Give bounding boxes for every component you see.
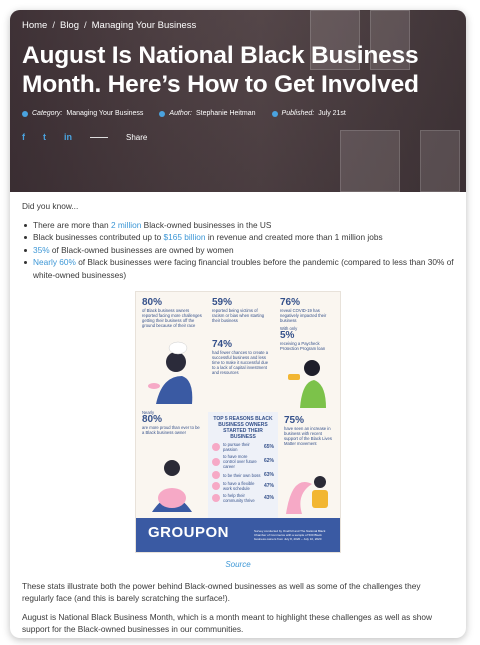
bullet-text: of Black businesses were facing financia… bbox=[33, 257, 454, 280]
stat-text: have seen an increase in business with r… bbox=[284, 426, 332, 446]
reason-row: to have a flexible work schedule 47% bbox=[212, 481, 274, 491]
stat-text: reveal COVID-19 has negatively impacted … bbox=[280, 308, 327, 323]
reason-label: to have a flexible work schedule bbox=[223, 481, 255, 491]
reason-label: to have more control over future career bbox=[223, 454, 257, 469]
stat-panel: 74% had fewer chances to create a succes… bbox=[208, 336, 274, 379]
reason-percent: 63% bbox=[263, 471, 274, 478]
breadcrumb-separator: / bbox=[52, 20, 55, 31]
stat-link[interactable]: 2 million bbox=[111, 220, 141, 230]
stat-panel: 75% have seen an increase in business wi… bbox=[280, 412, 340, 450]
reason-row: to be their own boss 63% bbox=[212, 471, 274, 479]
twitter-icon[interactable]: t bbox=[43, 132, 46, 142]
breadcrumb-blog[interactable]: Blog bbox=[60, 20, 79, 31]
stat-text: of Black business owners reported facing… bbox=[142, 308, 202, 328]
reasons-panel: TOP 5 REASONS BLACK BUSINESS OWNERS STAR… bbox=[208, 412, 278, 518]
author-icon bbox=[159, 110, 166, 117]
stat-panel: Nearly 80% are more proud than ever to b… bbox=[138, 406, 206, 439]
stat-link[interactable]: 35% bbox=[33, 245, 50, 255]
intro-text: Did you know... bbox=[22, 201, 79, 211]
reason-label: to be their own boss bbox=[223, 472, 261, 478]
category-value[interactable]: Managing Your Business bbox=[66, 110, 143, 117]
breadcrumb-separator: / bbox=[84, 20, 87, 31]
stat-number: 80% bbox=[142, 414, 163, 425]
bullet-text: Black businesses contributed up to bbox=[33, 232, 164, 242]
yoga-illustration bbox=[152, 460, 192, 512]
stat-link[interactable]: Nearly 60% bbox=[33, 257, 76, 267]
stat-panel: 59% reported being victims of racism or … bbox=[208, 294, 274, 327]
reason-percent: 65% bbox=[263, 443, 274, 450]
page-title: August Is National Black Business Month.… bbox=[22, 42, 419, 98]
reason-label: to help their community thrive bbox=[223, 493, 255, 503]
category-label: Category: bbox=[32, 110, 63, 117]
share-label: Share bbox=[126, 132, 148, 142]
list-item: Black businesses contributed up to $165 … bbox=[22, 231, 454, 244]
bullet-text: in revenue and created more than 1 milli… bbox=[205, 232, 383, 242]
reason-row: to have more control over future career 6… bbox=[212, 454, 274, 469]
reason-row: to pursue their passion 65% bbox=[212, 442, 274, 452]
brand-name: GROUPON bbox=[148, 524, 230, 541]
reason-icon bbox=[212, 471, 220, 479]
stat-number: 5% bbox=[280, 330, 295, 341]
reason-percent: 62% bbox=[263, 458, 274, 464]
calendar-icon bbox=[271, 110, 278, 117]
share-divider bbox=[90, 136, 108, 138]
published-value: July 21st bbox=[318, 110, 346, 117]
paragraph: August is National Black Business Month,… bbox=[22, 611, 432, 635]
chef-illustration bbox=[148, 341, 193, 404]
facebook-icon[interactable]: f bbox=[22, 132, 25, 142]
category-icon bbox=[22, 110, 28, 117]
list-item: There are more than 2 million Black-owne… bbox=[22, 219, 454, 232]
share-bar: f t in Share bbox=[22, 132, 454, 142]
woman-illustration bbox=[288, 360, 326, 408]
meta-author: Author: Stephanie Heitman bbox=[159, 110, 256, 117]
stat-text: had fewer chances to create a successful… bbox=[212, 350, 269, 375]
paragraph: These stats illustrate both the power be… bbox=[22, 580, 421, 604]
published-label: Published: bbox=[281, 110, 315, 117]
author-label: Author: bbox=[169, 110, 192, 117]
infographic-footnote: Survey conducted by OnePoll and The Nati… bbox=[254, 529, 326, 541]
stat-number: 80% bbox=[142, 297, 163, 308]
bullet-text: There are more than bbox=[33, 219, 111, 230]
stat-panel: 80% of Black business owners reported fa… bbox=[138, 294, 208, 332]
bullet-text: Black-owned businesses in the US bbox=[141, 219, 272, 230]
stat-number: 76% bbox=[280, 297, 301, 308]
infographic: 80% of Black business owners reported fa… bbox=[135, 291, 341, 553]
list-item: Nearly 60% of Black businesses were faci… bbox=[22, 256, 454, 281]
article-card: Home / Blog / Managing Your Business Aug… bbox=[10, 10, 466, 638]
breadcrumb-home[interactable]: Home bbox=[22, 20, 47, 31]
reason-icon bbox=[212, 494, 220, 502]
reason-percent: 47% bbox=[263, 482, 274, 489]
post-meta: Category: Managing Your Business Author:… bbox=[22, 110, 454, 117]
reasons-title: TOP 5 REASONS BLACK BUSINESS OWNERS STAR… bbox=[213, 416, 273, 440]
stat-panel: 76% reveal COVID-19 has negatively impac… bbox=[276, 294, 340, 355]
stat-text: receiving a Paycheck Protection Program … bbox=[280, 341, 326, 351]
reason-row: to help their community thrive 43% bbox=[212, 493, 274, 503]
author-value: Stephanie Heitman bbox=[196, 110, 256, 117]
list-item: 35% of Black-owned businesses are owned … bbox=[22, 244, 454, 257]
linkedin-icon[interactable]: in bbox=[64, 132, 72, 142]
breadcrumb-category[interactable]: Managing Your Business bbox=[92, 20, 197, 31]
hero-banner: Home / Blog / Managing Your Business Aug… bbox=[10, 10, 466, 192]
stats-list: There are more than 2 million Black-owne… bbox=[22, 219, 454, 282]
stat-number: 75% bbox=[284, 415, 305, 426]
source-link[interactable]: Source bbox=[22, 559, 454, 572]
reason-icon bbox=[212, 443, 220, 451]
article-body: Did you know... There are more than 2 mi… bbox=[10, 192, 466, 638]
meta-published: Published: July 21st bbox=[271, 110, 346, 117]
meta-category: Category: Managing Your Business bbox=[22, 110, 143, 117]
reason-label: to pursue their passion bbox=[223, 442, 250, 452]
man-illustration bbox=[286, 476, 328, 514]
stat-number: 59% bbox=[212, 297, 233, 308]
reason-icon bbox=[212, 482, 220, 490]
breadcrumb: Home / Blog / Managing Your Business bbox=[22, 20, 454, 31]
reason-icon bbox=[212, 457, 220, 466]
groupon-logo: GROUPON Survey conducted by OnePoll and … bbox=[136, 518, 340, 552]
reason-percent: 43% bbox=[263, 494, 274, 501]
stat-text: are more proud than ever to be a Black b… bbox=[142, 425, 200, 435]
stat-number: 74% bbox=[212, 339, 233, 350]
bullet-text: of Black-owned businesses are owned by w… bbox=[49, 244, 234, 255]
stat-text: reported being victims of racism or bias… bbox=[212, 308, 265, 323]
stat-link[interactable]: $165 billion bbox=[164, 232, 206, 242]
